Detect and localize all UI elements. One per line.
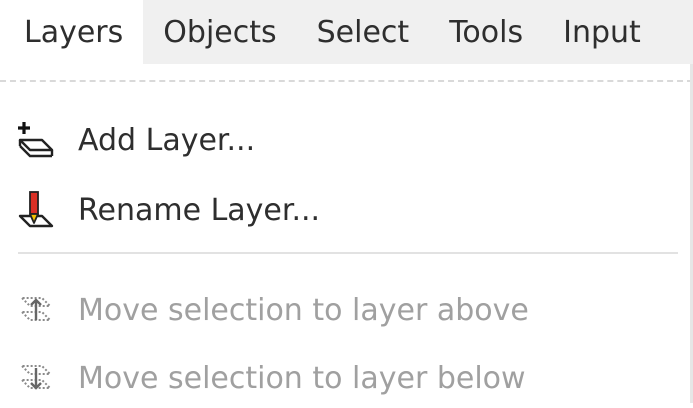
menu-item-label: Move selection to layer above [78, 292, 529, 328]
menu-item-label: Move selection to layer below [78, 360, 526, 396]
menu-item-move-to-layer-below[interactable]: Move selection to layer below [0, 348, 690, 408]
layer-rename-icon [16, 190, 56, 230]
menu-select[interactable]: Select [297, 0, 430, 64]
menu-layers[interactable]: Layers [0, 0, 144, 64]
move-to-layer-above-icon [16, 290, 56, 330]
move-to-layer-below-icon [16, 358, 56, 398]
menu-separator [18, 252, 678, 254]
menu-item-rename-layer[interactable]: Rename Layer... [0, 180, 690, 240]
tearoff-separator[interactable] [0, 80, 693, 82]
menu-item-label: Add Layer... [78, 122, 256, 158]
menu-item-move-to-layer-above[interactable]: Move selection to layer above [0, 280, 690, 340]
menu-bar: Layers Objects Select Tools Input [0, 0, 693, 64]
menu-objects[interactable]: Objects [143, 0, 296, 64]
menu-item-label: Rename Layer... [78, 192, 321, 228]
menu-item-add-layer[interactable]: Add Layer... [0, 110, 690, 170]
menu-tools[interactable]: Tools [429, 0, 543, 64]
menu-input[interactable]: Input [543, 0, 661, 64]
layer-add-icon [16, 120, 56, 160]
